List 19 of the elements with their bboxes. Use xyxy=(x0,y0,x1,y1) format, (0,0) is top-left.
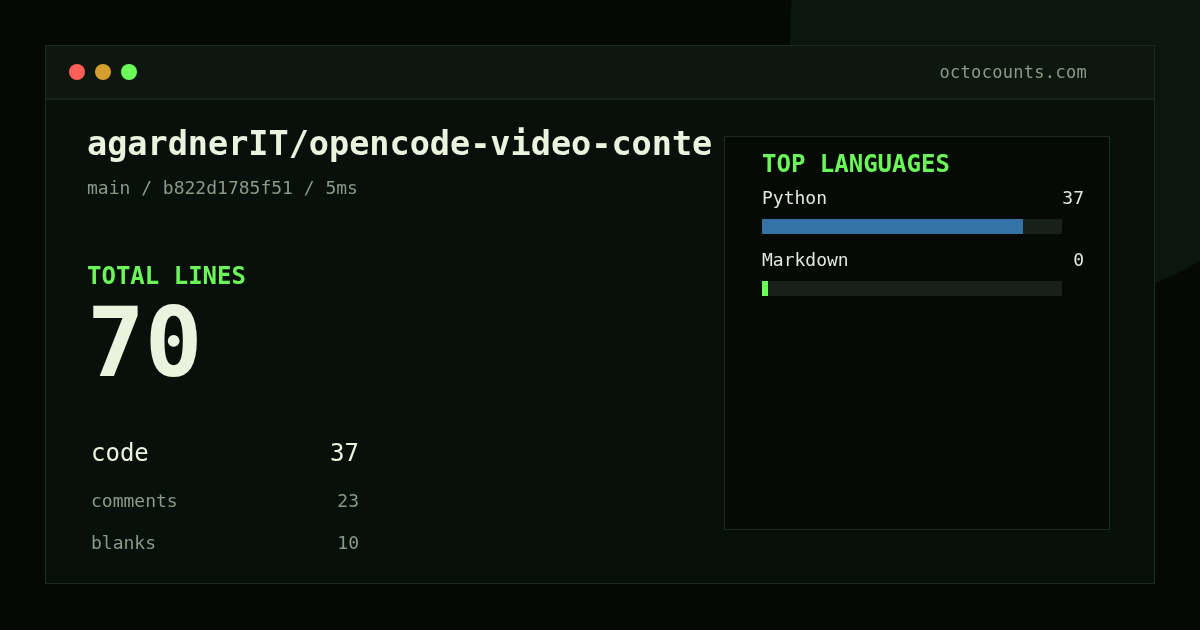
stat-value: 37 xyxy=(330,438,359,468)
panel-heading: TOP LANGUAGES xyxy=(762,149,950,179)
stat-label: comments xyxy=(91,489,178,513)
language-name: Markdown xyxy=(762,248,849,272)
repository-title: agardnerIT/opencode-video-conte xyxy=(87,124,713,164)
stat-value: 10 xyxy=(337,531,359,555)
language-count: 37 xyxy=(1062,186,1084,210)
window-control-icon[interactable] xyxy=(69,64,85,80)
stat-label: code xyxy=(91,438,149,468)
section-heading: TOTAL LINES xyxy=(87,261,246,291)
window-control-icon[interactable] xyxy=(121,64,137,80)
stat-label: blanks xyxy=(91,531,157,555)
site-address: octocounts.com xyxy=(939,62,1087,82)
window-control-icon[interactable] xyxy=(95,64,111,80)
language-count: 0 xyxy=(1073,248,1084,272)
total-count: 70 xyxy=(87,295,203,391)
branch-commit-info: main / b822d1785f51 / 5ms xyxy=(87,176,358,200)
language-name: Python xyxy=(762,186,828,210)
stat-value: 23 xyxy=(337,489,359,513)
